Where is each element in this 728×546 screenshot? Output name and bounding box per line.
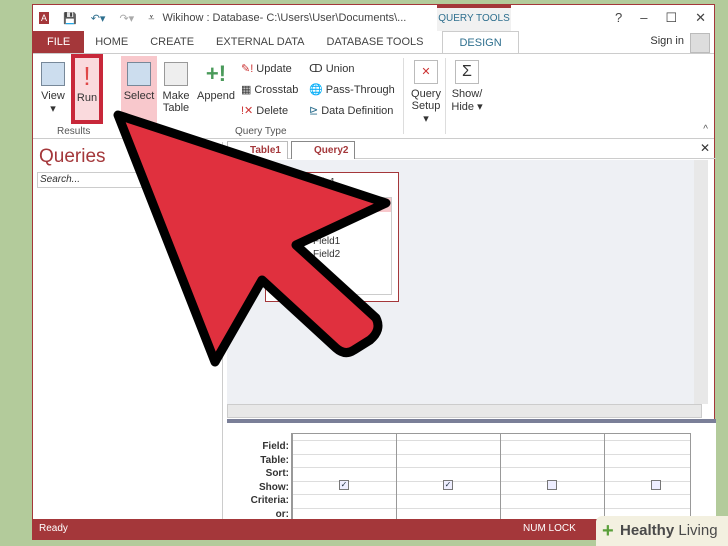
select-button[interactable]: Select xyxy=(121,56,157,124)
view-button[interactable]: View ▾ xyxy=(37,62,69,115)
table-box-title: Table1 xyxy=(306,177,336,188)
group-results-label: Results xyxy=(57,126,91,137)
help-button[interactable]: ? xyxy=(615,10,622,26)
num-lock-indicator: NUM LOCK xyxy=(523,523,576,534)
status-text: Ready xyxy=(39,523,68,534)
tab-home[interactable]: HOME xyxy=(84,31,139,53)
tab-create[interactable]: CREATE xyxy=(139,31,205,53)
crosstab-button[interactable]: ▦ Crosstab xyxy=(241,83,298,97)
access-logo-icon: A xyxy=(39,12,50,24)
undo-icon[interactable]: ↶▾ xyxy=(91,12,106,25)
query-setup-button[interactable]: ✕ Query Setup ▾ xyxy=(409,60,443,125)
access-window: A 💾 ↶▾ ↷▾ ⩡ Wikihow : Database- C:\Users… xyxy=(32,4,716,540)
pass-through-button[interactable]: 🌐 Pass-Through xyxy=(309,83,395,97)
ribbon: View ▾ ! Run Select Make Table +! Append ✎!… xyxy=(33,53,714,139)
show-checkbox[interactable]: ✓ xyxy=(443,480,453,490)
grid-row-label: Table: xyxy=(260,454,289,466)
grid-row-label: or: xyxy=(275,508,289,520)
grid-table: ✓ ✓ xyxy=(291,433,691,522)
make-table-button[interactable]: Make Table xyxy=(159,62,193,114)
make-table-icon xyxy=(164,62,188,86)
grid-column[interactable]: ✓ xyxy=(292,434,396,520)
close-button[interactable]: ✕ xyxy=(695,10,706,26)
tab-query2[interactable]: Query2 xyxy=(291,141,356,159)
tab-database-tools[interactable]: DATABASE TOOLS xyxy=(315,31,434,53)
tab-file[interactable]: FILE xyxy=(33,31,85,53)
avatar[interactable] xyxy=(690,33,710,53)
sign-in-link[interactable]: Sign in xyxy=(650,35,684,47)
query-design-area: Table1 Field1 Field2 xyxy=(227,160,702,404)
append-icon: +! xyxy=(205,61,227,86)
append-button[interactable]: +! Append xyxy=(195,61,237,103)
vertical-scrollbar[interactable] xyxy=(694,160,708,404)
grid-row-label: Show: xyxy=(259,481,289,493)
divider xyxy=(403,58,404,134)
healthy-living-watermark: + Healthy Living xyxy=(596,516,728,546)
update-icon: ✎! xyxy=(241,63,254,75)
grid-column[interactable] xyxy=(604,434,708,520)
tab-design[interactable]: DESIGN xyxy=(442,31,519,53)
update-button[interactable]: ✎! Update xyxy=(241,62,292,76)
tab-external-data[interactable]: EXTERNAL DATA xyxy=(205,31,315,53)
crosstab-icon: ▦ xyxy=(241,84,252,96)
save-icon[interactable]: 💾 xyxy=(63,12,77,25)
show-checkbox[interactable]: ✓ xyxy=(339,480,349,490)
sigma-icon: Σ xyxy=(455,60,479,84)
show-checkbox[interactable] xyxy=(651,480,661,490)
divider xyxy=(445,58,446,134)
grid-row-label: Criteria: xyxy=(250,495,289,506)
field-item[interactable]: Field2 xyxy=(273,247,391,260)
table-field-list: Table1 Field1 Field2 xyxy=(265,172,399,302)
show-checkbox[interactable] xyxy=(547,480,557,490)
data-definition-button[interactable]: ⊵ Data Definition xyxy=(309,104,393,118)
view-icon xyxy=(41,62,65,86)
run-button[interactable]: ! Run xyxy=(71,54,103,124)
title-bar: A 💾 ↶▾ ↷▾ ⩡ Wikihow : Database- C:\Users… xyxy=(33,5,714,31)
grid-column[interactable] xyxy=(500,434,604,520)
query-tools-label: QUERY TOOLS xyxy=(437,5,511,31)
exclamation-icon: ! xyxy=(83,61,91,91)
navigation-pane: Queries Search... xyxy=(35,142,223,520)
customize-icon[interactable]: ⩡ xyxy=(148,12,154,25)
window-title: Wikihow : Database- C:\Users\User\Docume… xyxy=(162,12,407,24)
maximize-button[interactable]: ☐ xyxy=(665,10,677,26)
group-query-type-label: Query Type xyxy=(235,126,287,137)
delete-button[interactable]: !✕ Delete xyxy=(241,104,288,118)
tab-table1[interactable]: Table1 xyxy=(227,141,288,159)
ribbon-tabs: FILE HOME CREATE EXTERNAL DATA DATABASE … xyxy=(33,31,714,53)
grid-row-label: Sort: xyxy=(265,468,289,479)
redo-icon[interactable]: ↷▾ xyxy=(119,12,134,25)
data-definition-icon: ⊵ xyxy=(309,105,319,117)
nav-title: Queries xyxy=(39,146,106,167)
minimize-button[interactable]: – xyxy=(640,10,647,26)
show-hide-button[interactable]: Σ Show/ Hide ▾ xyxy=(449,60,485,113)
select-query-icon xyxy=(127,62,151,86)
query-setup-icon: ✕ xyxy=(414,60,438,84)
query-design-grid: Field: Table: Sort: Show: Criteria: or: ✓ ✓ xyxy=(227,423,716,522)
document-tabs: Table1 Query2 ✕ xyxy=(227,139,716,159)
plus-logo-icon: + xyxy=(602,520,614,542)
field-item[interactable]: Field1 xyxy=(273,212,391,247)
collapse-ribbon-icon[interactable]: ^ xyxy=(703,124,708,135)
globe-icon: 🌐 xyxy=(309,84,323,96)
delete-icon: !✕ xyxy=(241,105,254,117)
union-button[interactable]: ↀ Union xyxy=(309,62,354,76)
search-input[interactable]: Search... xyxy=(37,172,220,188)
close-tab-icon[interactable]: ✕ xyxy=(700,141,710,155)
union-icon: ↀ xyxy=(309,63,323,75)
grid-column[interactable]: ✓ xyxy=(396,434,500,520)
horizontal-scrollbar[interactable] xyxy=(227,404,702,418)
grid-row-label: Field: xyxy=(262,441,289,452)
